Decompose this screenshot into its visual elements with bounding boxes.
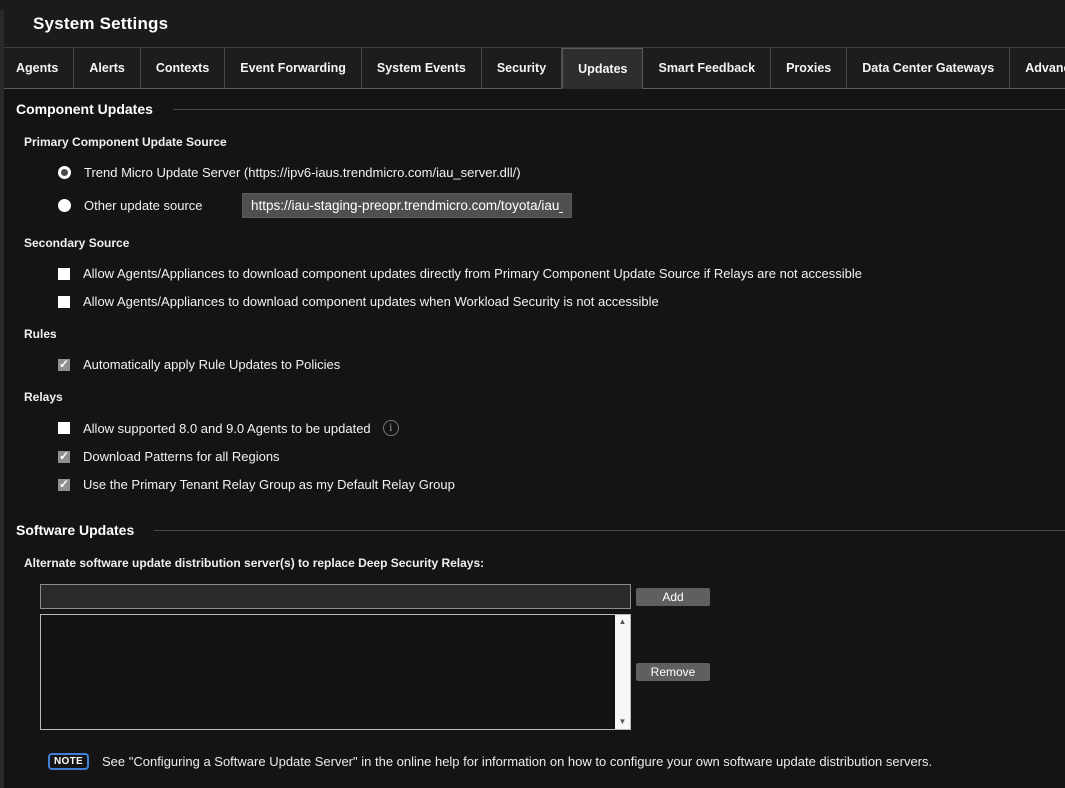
window-left-edge xyxy=(0,10,4,788)
primary-source-subheader: Primary Component Update Source xyxy=(24,135,1065,149)
section-divider xyxy=(154,530,1065,531)
settings-content: Component Updates Primary Component Upda… xyxy=(0,99,1065,770)
checkbox-label: Allow Agents/Appliances to download comp… xyxy=(83,294,659,309)
checkbox-download-patterns-all-regions[interactable] xyxy=(58,451,70,463)
checkbox-label: Use the Primary Tenant Relay Group as my… xyxy=(83,477,455,492)
alternate-server-input[interactable] xyxy=(40,584,631,609)
radio-trend-micro-label: Trend Micro Update Server (https://ipv6-… xyxy=(84,165,521,180)
checkbox-label: Allow Agents/Appliances to download comp… xyxy=(83,266,862,281)
checkbox-allow-direct-primary-download[interactable] xyxy=(58,268,70,280)
listbox-scrollbar[interactable]: ▲ ▼ xyxy=(615,615,630,729)
tab-data-center-gateways[interactable]: Data Center Gateways xyxy=(847,48,1010,89)
page-header: System Settings xyxy=(0,0,1065,47)
software-updates-title: Software Updates xyxy=(16,522,134,538)
radio-other-source-label: Other update source xyxy=(84,198,242,213)
section-divider xyxy=(173,109,1065,110)
tab-proxies[interactable]: Proxies xyxy=(771,48,847,89)
checkbox-row: Download Patterns for all Regions xyxy=(58,449,1065,464)
tab-advanced[interactable]: Advanced xyxy=(1010,48,1065,89)
checkbox-row: Allow supported 8.0 and 9.0 Agents to be… xyxy=(58,420,1065,436)
checkbox-row: Allow Agents/Appliances to download comp… xyxy=(58,294,1065,309)
scroll-up-icon[interactable]: ▲ xyxy=(619,617,627,627)
remove-button[interactable]: Remove xyxy=(636,663,710,681)
checkbox-allow-legacy-agents-update[interactable] xyxy=(58,422,70,434)
relays-subheader: Relays xyxy=(24,390,1065,404)
checkbox-label: Allow supported 8.0 and 9.0 Agents to be… xyxy=(83,421,371,436)
checkbox-use-primary-tenant-relay-group[interactable] xyxy=(58,479,70,491)
checkbox-row: Use the Primary Tenant Relay Group as my… xyxy=(58,477,1065,492)
scroll-down-icon[interactable]: ▼ xyxy=(619,717,627,727)
tab-updates[interactable]: Updates xyxy=(562,48,643,89)
radio-row-other-source: Other update source xyxy=(58,193,1065,218)
checkbox-row: Automatically apply Rule Updates to Poli… xyxy=(58,357,1065,372)
checkbox-allow-download-when-ws-inaccessible[interactable] xyxy=(58,296,70,308)
note-row: NOTE See "Configuring a Software Update … xyxy=(48,753,1065,770)
checkbox-auto-apply-rule-updates[interactable] xyxy=(58,359,70,371)
radio-other-update-source[interactable] xyxy=(58,199,71,212)
software-updates-section-header: Software Updates xyxy=(16,520,1065,540)
add-button[interactable]: Add xyxy=(636,588,710,606)
info-icon[interactable]: i xyxy=(383,420,399,436)
other-update-source-input[interactable] xyxy=(242,193,572,218)
checkbox-label: Automatically apply Rule Updates to Poli… xyxy=(83,357,340,372)
tab-contexts[interactable]: Contexts xyxy=(141,48,225,89)
tab-bar: Agents Alerts Contexts Event Forwarding … xyxy=(0,47,1065,88)
checkbox-row: Allow Agents/Appliances to download comp… xyxy=(58,266,1065,281)
secondary-source-subheader: Secondary Source xyxy=(24,236,1065,250)
radio-trend-micro-update-server[interactable] xyxy=(58,166,71,179)
tab-event-forwarding[interactable]: Event Forwarding xyxy=(225,48,362,89)
tab-smart-feedback[interactable]: Smart Feedback xyxy=(643,48,771,89)
add-server-row: Add xyxy=(40,584,1065,609)
server-listbox[interactable]: ▲ ▼ xyxy=(40,614,631,730)
tab-alerts[interactable]: Alerts xyxy=(74,48,140,89)
component-updates-title: Component Updates xyxy=(16,101,153,117)
note-text: See "Configuring a Software Update Serve… xyxy=(102,754,932,769)
checkbox-label: Download Patterns for all Regions xyxy=(83,449,280,464)
tab-security[interactable]: Security xyxy=(482,48,562,89)
page-title: System Settings xyxy=(33,14,168,34)
rules-subheader: Rules xyxy=(24,327,1065,341)
alternate-servers-label: Alternate software update distribution s… xyxy=(24,556,1065,570)
radio-row-trend-micro: Trend Micro Update Server (https://ipv6-… xyxy=(58,165,1065,180)
note-badge: NOTE xyxy=(48,753,89,770)
component-updates-section-header: Component Updates xyxy=(16,99,1065,119)
server-list-row: ▲ ▼ Remove xyxy=(40,614,1065,730)
tab-system-events[interactable]: System Events xyxy=(362,48,482,89)
tab-agents[interactable]: Agents xyxy=(0,48,74,89)
